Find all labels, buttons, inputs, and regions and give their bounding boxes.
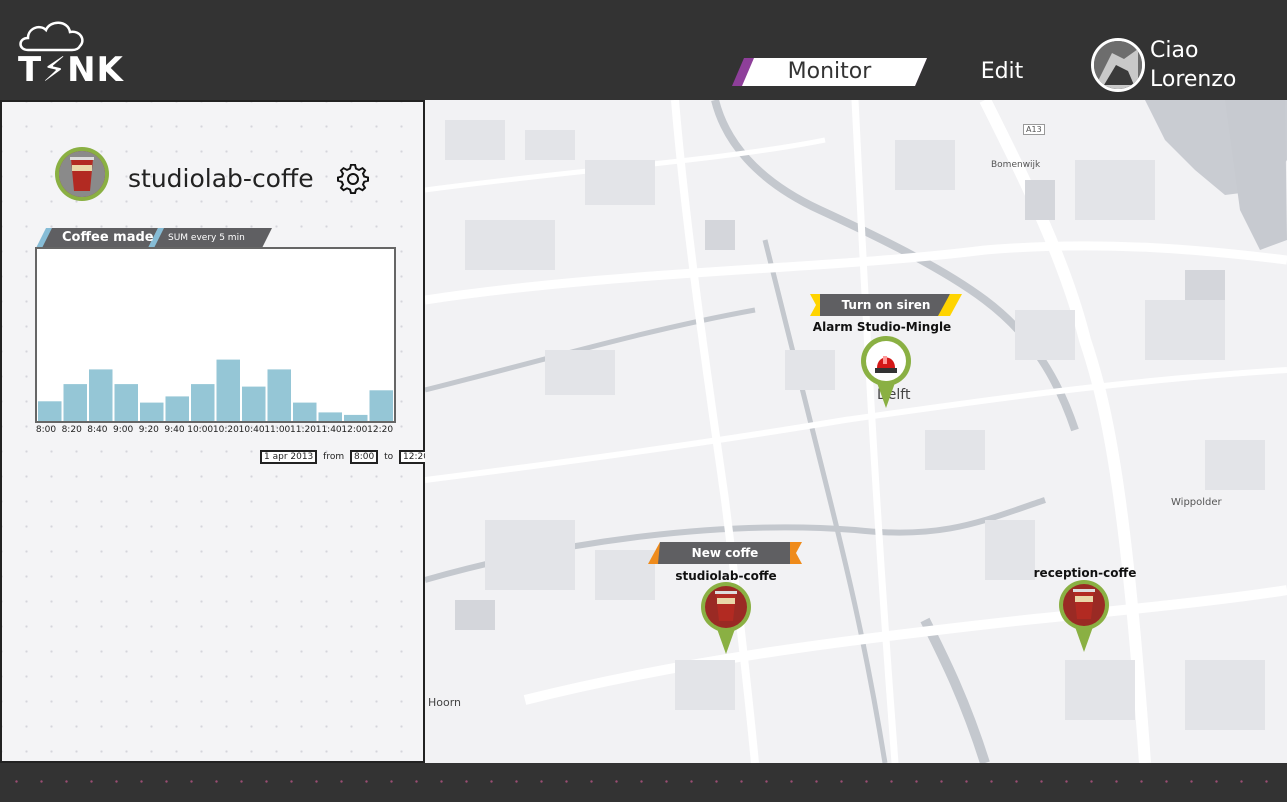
map-label-a13: A13 — [1023, 124, 1045, 135]
x-tick-label: 11:40 — [315, 425, 342, 435]
x-tick-label: 9:00 — [112, 425, 134, 435]
city-map[interactable]: Delft Hoorn Wippolder Bomenwijk A13 Turn… — [425, 100, 1287, 763]
chart-bar-8:00 — [38, 401, 62, 421]
x-tick-label: 8:40 — [87, 425, 108, 435]
chart-bar-11:20 — [293, 402, 317, 421]
chart-bar-11:00 — [267, 369, 291, 421]
x-tick-label: 8:00 — [35, 425, 57, 435]
chart-bar-10:20 — [216, 359, 240, 421]
chart-canvas — [38, 359, 393, 421]
greeting-line-1: Ciao — [1150, 38, 1199, 63]
x-tick-label: 11:00 — [264, 425, 291, 435]
x-tick-label: 10:20 — [212, 425, 239, 435]
chart-bar-8:20 — [63, 384, 87, 421]
map-pin-reception[interactable] — [1059, 580, 1109, 652]
greeting-line-2: Lorenzo — [1150, 67, 1237, 92]
event-ribbon-siren[interactable]: Turn on siren — [810, 294, 962, 316]
marker-title-reception: reception-coffe — [1033, 566, 1137, 580]
map-label-bomenwijk: Bomenwijk — [991, 160, 1041, 170]
x-tick-label: 12:00 — [341, 425, 368, 435]
device-avatar — [55, 147, 109, 201]
x-tick-label: 10:40 — [238, 425, 265, 435]
gear-icon[interactable] — [337, 163, 369, 196]
chart-bar-8:40 — [89, 369, 113, 421]
x-tick-label: 9:20 — [138, 425, 159, 435]
x-tick-label: 8:20 — [61, 425, 82, 435]
chart-bar-9:20 — [140, 402, 164, 421]
coffee-cup-icon — [59, 151, 105, 197]
map-label-hoorn: Hoorn — [428, 696, 462, 709]
tab-edit[interactable]: Edit — [960, 58, 1044, 86]
x-tick-label: 10:00 — [187, 425, 214, 435]
marker-title-studiolab: studiolab-coffe — [675, 569, 777, 583]
x-tick-label: 11:20 — [290, 425, 316, 435]
map-pin-studiolab[interactable] — [701, 582, 751, 654]
chart-bar-12:00 — [344, 414, 368, 421]
chart-bar-12:20 — [369, 390, 393, 421]
map-label-wippolder: Wippolder — [1171, 497, 1222, 508]
chart-bar-10:40 — [242, 386, 266, 421]
range-from-label: from — [323, 452, 345, 462]
chart-x-axis: 8:00 8:20 8:40 9:00 9:20 9:40 10:00 10:20 10:40 1… — [36, 425, 396, 439]
widget-aggregation[interactable]: SUM every 5 min — [168, 231, 245, 245]
user-greeting[interactable]: Ciao Lorenzo — [1150, 36, 1236, 94]
chart-bar-11:40 — [318, 412, 342, 421]
x-tick-label: 9:40 — [164, 425, 185, 435]
event-ribbon-siren-label: Turn on siren — [841, 298, 931, 312]
chart-bar-9:00 — [114, 384, 138, 421]
event-ribbon-new-coffe[interactable]: New coffe — [648, 542, 802, 564]
event-ribbon-new-coffe-label: New coffe — [691, 546, 759, 560]
tab-monitor-label: Monitor — [787, 59, 872, 84]
bottom-bar — [0, 763, 1287, 802]
top-bar: T⚡NK Monitor Edit Ciao Lorenzo — [0, 0, 1287, 100]
tab-monitor[interactable]: Monitor — [732, 58, 927, 86]
range-date[interactable]: 1 apr 2013 — [260, 450, 318, 464]
device-name: studiolab-coffe — [128, 164, 314, 193]
chart-bar-10:00 — [191, 384, 215, 421]
user-avatar[interactable] — [1091, 38, 1145, 92]
widget-title: Coffee made — [62, 230, 154, 245]
marker-title-siren: Alarm Studio-Mingle — [812, 320, 952, 334]
date-range: 1 apr 2013 from 8:00 to 12:20 — [260, 450, 433, 466]
range-from[interactable]: 8:00 — [349, 450, 379, 464]
coffee-bar-chart — [35, 247, 396, 423]
chart-bar-9:40 — [165, 396, 189, 421]
map-pin-siren[interactable] — [861, 336, 911, 408]
logo-text: T⚡NK — [18, 50, 124, 90]
x-tick-label: 12:20 — [367, 425, 394, 435]
device-panel: studiolab-coffe Coffee made SUM every 5 … — [0, 100, 433, 763]
range-to-label: to — [384, 452, 394, 462]
